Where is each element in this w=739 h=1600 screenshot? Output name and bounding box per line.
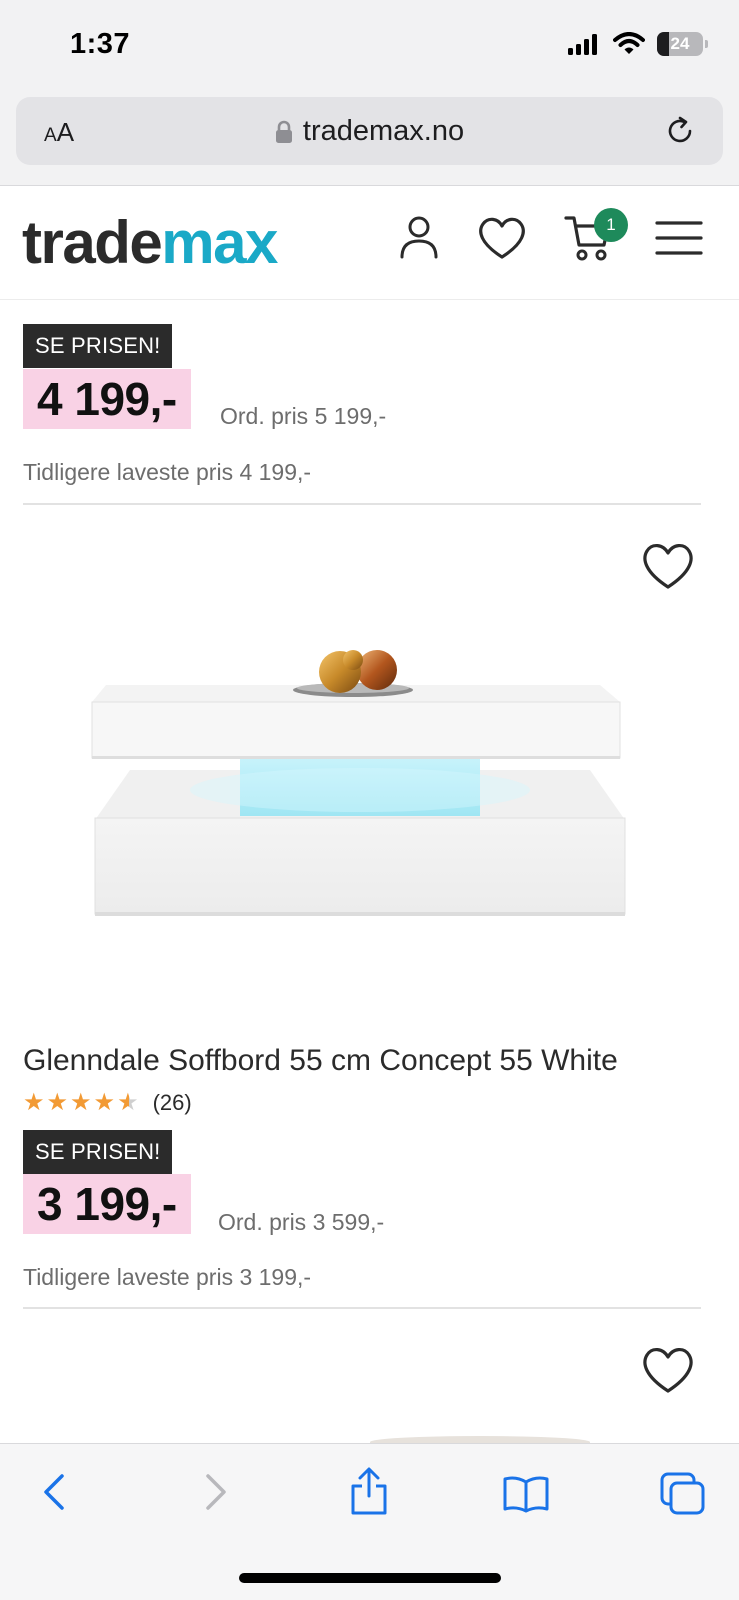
star-icon: ★: [23, 1089, 45, 1116]
heart-icon[interactable]: [477, 216, 527, 260]
rating-count: (26): [152, 1090, 192, 1115]
address-bar[interactable]: AA trademax.no: [16, 97, 723, 165]
price-highlight: 3 199,-: [23, 1174, 191, 1234]
url-display[interactable]: trademax.no: [16, 115, 723, 148]
menu-icon[interactable]: [655, 220, 703, 256]
tabs-icon[interactable]: [660, 1472, 706, 1516]
back-icon[interactable]: [40, 1472, 70, 1512]
wishlist-heart-icon[interactable]: [641, 1346, 695, 1394]
forward-icon[interactable]: [200, 1472, 230, 1512]
wifi-icon: [613, 32, 645, 54]
previous-lowest-price: Tidligere laveste pris 4 199,-: [23, 459, 312, 485]
cart-count-badge: 1: [594, 208, 628, 242]
trademax-logo[interactable]: trademax: [22, 208, 278, 277]
reload-icon[interactable]: [663, 114, 697, 148]
account-icon[interactable]: [398, 214, 440, 260]
product-price: 3 199,-: [37, 1178, 177, 1230]
site-header: trademax 1: [0, 186, 739, 300]
share-icon[interactable]: [348, 1466, 390, 1516]
bookmarks-icon[interactable]: [502, 1474, 550, 1514]
browser-address-area: AA trademax.no: [0, 90, 739, 186]
product-price: 4 199,-: [37, 373, 177, 425]
price-promo-badge: SE PRISEN!: [23, 324, 173, 368]
product-title[interactable]: Glenndale Soffbord 55 cm Concept 55 Whit…: [23, 1044, 618, 1078]
lock-icon: [275, 120, 292, 143]
product-divider: [23, 503, 701, 505]
star-icon: ★: [70, 1089, 92, 1116]
star-icon: ★: [46, 1089, 69, 1116]
ordinary-price: Ord. pris 5 199,-: [220, 403, 387, 429]
battery-icon: 24: [657, 32, 708, 56]
status-icons: 24: [567, 32, 708, 56]
status-time: 1:37: [70, 28, 131, 60]
previous-lowest-price: Tidligere laveste pris 3 199,-: [23, 1264, 312, 1290]
product-rating: ★ ★ ★ ★ ★ (26): [23, 1090, 192, 1116]
product-divider: [23, 1307, 701, 1309]
status-bar: 1:37 24: [0, 0, 739, 90]
wishlist-heart-icon[interactable]: [641, 542, 695, 590]
product-image[interactable]: [90, 650, 630, 940]
half-star-icon: ★: [117, 1089, 139, 1116]
ordinary-price: Ord. pris 3 599,-: [218, 1209, 385, 1235]
star-icon: ★: [93, 1089, 116, 1116]
price-highlight: 4 199,-: [23, 369, 191, 429]
url-text: trademax.no: [302, 115, 465, 147]
home-indicator: [239, 1573, 501, 1583]
price-promo-badge: SE PRISEN!: [23, 1130, 173, 1174]
battery-level: 24: [670, 34, 690, 53]
cellular-signal-icon: [568, 34, 597, 55]
